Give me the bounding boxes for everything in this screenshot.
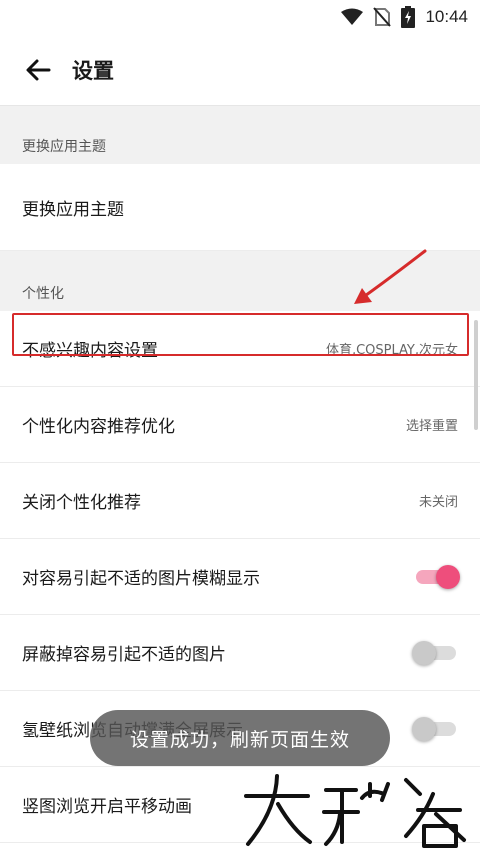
wifi-icon bbox=[341, 8, 364, 26]
toggle-thumb bbox=[412, 640, 436, 665]
toggle-thumb bbox=[412, 716, 436, 741]
block-toggle[interactable] bbox=[412, 640, 458, 665]
section-header-theme: 更换应用主题 bbox=[0, 106, 480, 164]
row-label: 关闭个性化推荐 bbox=[22, 493, 141, 513]
row-disable-personalized[interactable]: 关闭个性化推荐 未关闭 bbox=[0, 463, 480, 539]
row-change-theme[interactable]: 更换应用主题 bbox=[0, 164, 480, 251]
watermark-logo bbox=[244, 774, 466, 848]
row-value: 未关闭 bbox=[418, 495, 458, 510]
no-sim-icon bbox=[373, 7, 392, 27]
row-blur-images: 对容易引起不适的图片模糊显示 bbox=[0, 539, 480, 615]
row-block-images: 屏蔽掉容易引起不适的图片 bbox=[0, 615, 480, 691]
blur-toggle[interactable] bbox=[414, 564, 460, 589]
row-label: 更换应用主题 bbox=[22, 199, 124, 220]
row-label: 个性化内容推荐优化 bbox=[22, 417, 175, 437]
battery-charging-icon bbox=[401, 6, 416, 28]
scrollbar[interactable] bbox=[474, 320, 478, 430]
row-label: 屏蔽掉容易引起不适的图片 bbox=[22, 645, 226, 665]
red-arrow-annotation bbox=[354, 249, 427, 304]
row-value: 选择重置 bbox=[405, 419, 458, 434]
arrow-left-icon bbox=[26, 59, 51, 80]
app-bar: 设置 bbox=[0, 34, 480, 106]
row-label: 对容易引起不适的图片模糊显示 bbox=[22, 569, 260, 589]
status-time: 10:44 bbox=[425, 7, 468, 26]
fullscreen-toggle[interactable] bbox=[412, 716, 458, 741]
status-bar: 10:44 bbox=[0, 0, 480, 34]
row-value: 体育,COSPLAY,次元女 bbox=[325, 343, 458, 358]
page-title: 设置 bbox=[72, 58, 114, 83]
toggle-thumb bbox=[436, 564, 460, 589]
row-uninterested-content[interactable]: 不感兴趣内容设置 体育,COSPLAY,次元女 bbox=[0, 311, 480, 387]
row-label: 不感兴趣内容设置 bbox=[22, 341, 158, 361]
back-button[interactable] bbox=[22, 54, 54, 86]
row-label: 竖图浏览开启平移动画 bbox=[22, 797, 192, 817]
toast-message: 设置成功，刷新页面生效 bbox=[90, 710, 390, 766]
row-recommend-optimize[interactable]: 个性化内容推荐优化 选择重置 bbox=[0, 387, 480, 463]
